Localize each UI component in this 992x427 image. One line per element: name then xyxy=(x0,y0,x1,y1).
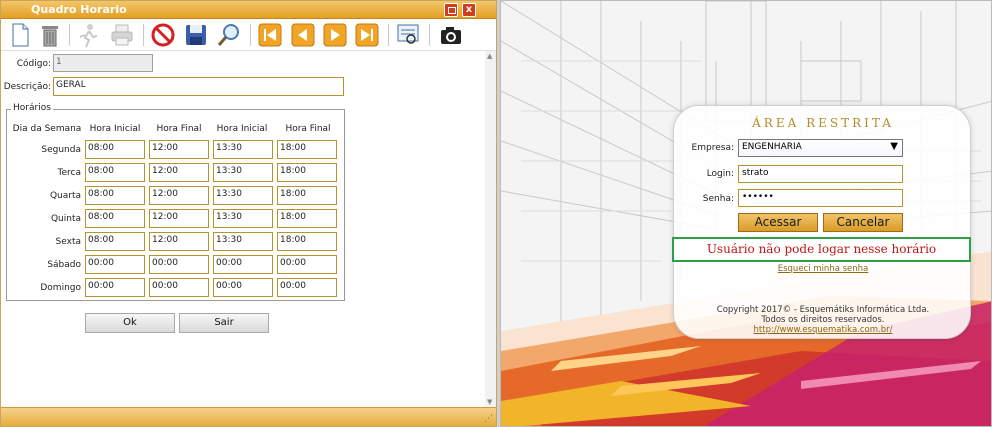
restricted-area-card: ÁREA RESTRITA Empresa: ENGENHARIA ▼ Logi… xyxy=(672,105,972,339)
senha-label: Senha: xyxy=(702,194,734,204)
day-label: Quinta xyxy=(50,214,81,224)
quadro-horario-window: Quadro Horario x Código: 1 Descrição: GE… xyxy=(0,0,497,427)
copyright-line-1: Copyright 2017© - Esquemátiks Informátic… xyxy=(716,305,930,315)
trash-icon[interactable] xyxy=(37,22,63,48)
print-icon[interactable] xyxy=(109,22,135,48)
col-header-dia: Dia da Semana xyxy=(12,124,82,134)
last-record-icon[interactable] xyxy=(354,22,380,48)
empresa-label: Empresa: xyxy=(691,143,734,153)
senha-input[interactable]: •••••• xyxy=(738,189,903,207)
toolbar xyxy=(1,19,496,51)
maximize-button[interactable] xyxy=(444,3,458,17)
time-field[interactable]: 18:00 xyxy=(277,186,337,205)
time-field[interactable]: 13:30 xyxy=(213,186,273,205)
day-label: Terca xyxy=(57,168,81,178)
scroll-up-icon[interactable]: ▲ xyxy=(487,52,492,60)
time-field[interactable]: 18:00 xyxy=(277,140,337,159)
login-panel: ÁREA RESTRITA Empresa: ENGENHARIA ▼ Logi… xyxy=(500,0,992,427)
empresa-value: ENGENHARIA xyxy=(742,142,802,152)
dropdown-arrow-icon[interactable]: ▼ xyxy=(890,141,898,152)
time-field[interactable]: 00:00 xyxy=(213,255,273,274)
time-field[interactable]: 08:00 xyxy=(85,209,145,228)
status-bar: ⋰ xyxy=(1,407,496,426)
time-field[interactable]: 00:00 xyxy=(277,278,337,297)
time-field[interactable]: 00:00 xyxy=(277,255,337,274)
first-record-icon[interactable] xyxy=(257,22,283,48)
time-field[interactable]: 13:30 xyxy=(213,209,273,228)
acessar-button[interactable]: Acessar xyxy=(738,213,818,232)
day-label: Quarta xyxy=(49,191,81,201)
time-field[interactable]: 00:00 xyxy=(149,278,209,297)
ok-button[interactable]: Ok xyxy=(85,313,175,333)
time-field[interactable]: 08:00 xyxy=(85,186,145,205)
preview-icon[interactable] xyxy=(395,22,421,48)
search-icon[interactable] xyxy=(216,22,242,48)
descricao-field[interactable]: GERAL xyxy=(53,77,344,96)
codigo-field[interactable]: 1 xyxy=(53,54,153,72)
previous-record-icon[interactable] xyxy=(290,22,316,48)
horarios-fieldset: Horários Dia da Semana Hora Inicial Hora… xyxy=(6,103,345,301)
cancel-icon[interactable] xyxy=(150,22,176,48)
camera-icon[interactable] xyxy=(438,22,464,48)
area-restrita-title: ÁREA RESTRITA xyxy=(752,116,894,130)
time-field[interactable]: 18:00 xyxy=(277,232,337,251)
resize-grip-icon[interactable]: ⋰ xyxy=(484,414,493,424)
scroll-down-icon[interactable]: ▼ xyxy=(487,398,492,406)
close-button[interactable]: x xyxy=(462,3,476,17)
col-header-hora-final-1: Hora Final xyxy=(156,124,202,134)
sair-button[interactable]: Sair xyxy=(179,313,269,333)
new-document-icon[interactable] xyxy=(7,22,33,48)
vertical-scrollbar[interactable]: ▲ ▼ xyxy=(485,51,496,407)
run-icon[interactable] xyxy=(75,22,101,48)
time-field[interactable]: 00:00 xyxy=(85,278,145,297)
time-field[interactable]: 13:30 xyxy=(213,232,273,251)
time-field[interactable]: 00:00 xyxy=(213,278,273,297)
descricao-label: Descrição: xyxy=(3,82,51,92)
copyright-block: Copyright 2017© - Esquemátiks Informátic… xyxy=(674,305,972,335)
window-titlebar[interactable]: Quadro Horario x xyxy=(1,1,496,19)
time-field[interactable]: 12:00 xyxy=(149,209,209,228)
col-header-hora-final-2: Hora Final xyxy=(285,124,331,134)
forgot-password-link[interactable]: Esqueci minha senha xyxy=(674,264,972,274)
save-icon[interactable] xyxy=(183,22,209,48)
time-field[interactable]: 08:00 xyxy=(85,232,145,251)
time-field[interactable]: 13:30 xyxy=(213,140,273,159)
day-label: Segunda xyxy=(41,145,81,155)
time-field[interactable]: 08:00 xyxy=(85,140,145,159)
login-label: Login: xyxy=(706,169,734,179)
time-field[interactable]: 12:00 xyxy=(149,163,209,182)
error-message: Usuário não pode logar nesse horário xyxy=(672,237,971,262)
time-field[interactable]: 12:00 xyxy=(149,232,209,251)
col-header-hora-inicial-1: Hora Inicial xyxy=(89,124,141,134)
time-field[interactable]: 08:00 xyxy=(85,163,145,182)
day-label: Domingo xyxy=(40,283,81,293)
cancelar-button[interactable]: Cancelar xyxy=(823,213,903,232)
col-header-hora-inicial-2: Hora Inicial xyxy=(216,124,268,134)
time-field[interactable]: 13:30 xyxy=(213,163,273,182)
day-label: Sábado xyxy=(47,260,81,270)
codigo-label: Código: xyxy=(16,59,51,69)
horarios-legend: Horários xyxy=(11,103,53,113)
next-record-icon[interactable] xyxy=(322,22,348,48)
login-input[interactable]: strato xyxy=(738,165,903,183)
time-field[interactable]: 18:00 xyxy=(277,163,337,182)
time-field[interactable]: 00:00 xyxy=(149,255,209,274)
time-field[interactable]: 12:00 xyxy=(149,186,209,205)
website-link[interactable]: http://www.esquematika.com.br/ xyxy=(754,325,893,335)
time-field[interactable]: 00:00 xyxy=(85,255,145,274)
copyright-line-2: Todos os direitos reservados. xyxy=(761,315,885,325)
time-field[interactable]: 12:00 xyxy=(149,140,209,159)
empresa-select[interactable]: ENGENHARIA ▼ xyxy=(738,139,903,157)
day-label: Sexta xyxy=(55,237,81,247)
window-title: Quadro Horario xyxy=(31,3,127,16)
time-field[interactable]: 18:00 xyxy=(277,209,337,228)
